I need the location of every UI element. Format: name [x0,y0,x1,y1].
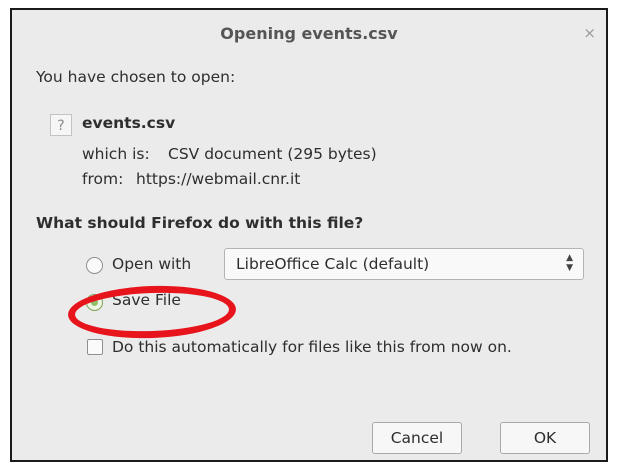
action-question: What should Firefox do with this file? [36,214,364,232]
dialog-title: Opening events.csv [220,24,398,43]
close-icon[interactable]: × [583,24,596,42]
cancel-button[interactable]: Cancel [372,422,462,454]
ok-button[interactable]: OK [500,422,590,454]
file-source-label: from: [82,170,124,188]
application-select[interactable]: LibreOffice Calc (default) ▲ ▼ [224,248,584,280]
auto-action-label[interactable]: Do this automatically for files like thi… [112,338,512,356]
dialog-titlebar: Opening events.csv × [12,10,606,56]
auto-action-checkbox[interactable] [87,339,103,355]
file-name: events.csv [82,114,176,132]
intro-text: You have chosen to open: [36,68,236,86]
file-type-label: which is: [82,145,150,163]
open-with-radio[interactable] [86,257,103,274]
application-select-value: LibreOffice Calc (default) [236,255,430,273]
select-arrows-icon: ▲ ▼ [566,253,573,273]
file-source-value: https://webmail.cnr.it [136,170,301,188]
red-circle-annotation [67,283,237,341]
file-type-value: CSV document (295 bytes) [168,145,377,163]
open-with-label[interactable]: Open with [112,255,191,273]
unknown-file-icon: ? [50,114,72,136]
download-dialog: Opening events.csv × You have chosen to … [10,8,608,462]
